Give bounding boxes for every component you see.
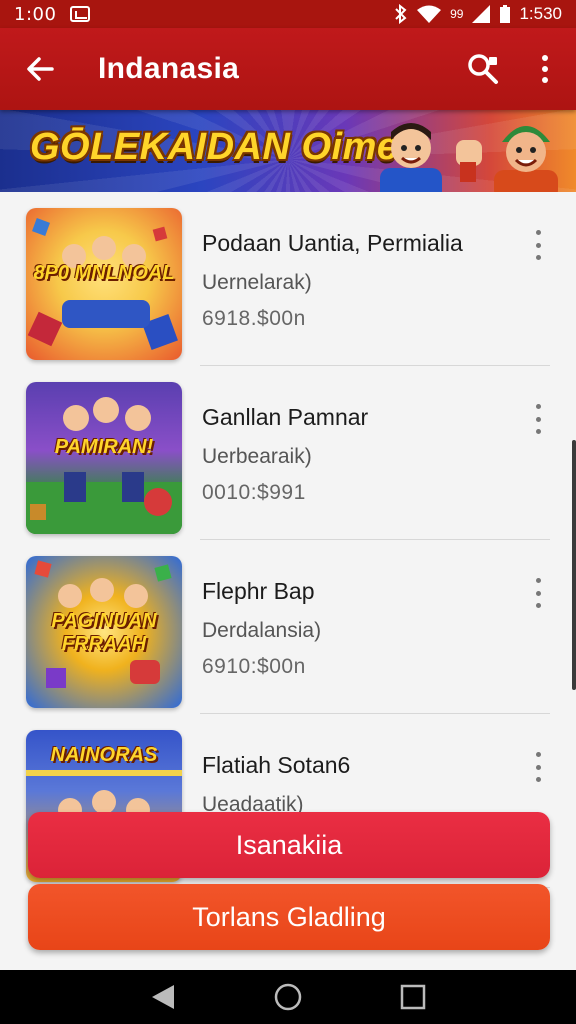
app-bar-actions — [452, 28, 576, 110]
item-text: Podaan Uantia, Permialia Uernelarak) 691… — [202, 230, 463, 331]
system-nav-bar — [0, 970, 576, 1024]
thumbnail-text: NAINORAS — [50, 744, 158, 766]
item-text: Ganllan Pamnar Uerbearaik) 0010:$991 — [202, 404, 368, 505]
list-item[interactable]: PAMIRAN! Ganllan Pamnar Uerbearaik) 0010… — [0, 366, 576, 540]
primary-button[interactable]: Isanakiia — [28, 812, 550, 878]
more-vert-icon — [535, 230, 541, 235]
square-recents-icon — [401, 984, 426, 1010]
scrollbar[interactable] — [572, 440, 576, 690]
list-item[interactable]: PAGINUAN FRRAAH Flephr Bap Derdalansia) … — [0, 540, 576, 714]
item-more-button[interactable] — [528, 752, 548, 782]
character-icon — [380, 123, 442, 192]
fist-icon — [456, 140, 482, 182]
more-vert-icon — [535, 416, 541, 422]
more-vert-icon — [535, 764, 541, 770]
item-text: Flephr Bap Derdalansia) 6910:$00n — [202, 578, 321, 679]
item-price: 0010:$991 — [202, 481, 306, 504]
game-thumbnail: 8P0 MNLNOAL — [26, 208, 182, 360]
more-vert-icon — [542, 55, 548, 83]
app-bar: Indanasia — [0, 28, 576, 110]
status-time: 1:00 — [14, 3, 57, 25]
nav-recents-button[interactable] — [388, 972, 438, 1022]
battery-icon — [500, 5, 511, 23]
status-icons: 99 1:530 — [394, 4, 562, 24]
more-vert-icon — [535, 590, 541, 596]
item-more-button[interactable] — [528, 230, 548, 260]
item-title: Flephr Bap — [202, 578, 315, 604]
page-title: Indanasia — [98, 52, 240, 85]
more-vert-icon — [535, 777, 541, 782]
more-vert-icon — [535, 255, 541, 260]
status-bar: 1:00 99 1:530 — [0, 0, 576, 28]
item-text: Flatiah Sotan6 Ueadaatik) — [202, 752, 350, 817]
more-vert-icon — [535, 429, 541, 434]
thumbnail-text: PAGINUAN FRRAAH — [51, 610, 157, 655]
more-vert-icon — [535, 242, 541, 248]
circle-home-icon — [274, 983, 302, 1011]
arrow-left-icon — [27, 57, 54, 81]
thumbnail-text: PAMIRAN! — [54, 436, 154, 458]
status-time-right: 1:530 — [519, 4, 562, 23]
game-thumbnail: PAGINUAN FRRAAH — [26, 556, 182, 708]
banner-title: GŌLEKAIDAN Oime — [30, 126, 399, 168]
list-item[interactable]: 8P0 MNLNOAL Podaan Uantia, Permialia Uer… — [0, 192, 576, 366]
search-icon — [468, 54, 498, 84]
search-button[interactable] — [452, 28, 514, 110]
secondary-button[interactable]: Torlans Gladling — [28, 884, 550, 950]
wifi-icon — [417, 5, 442, 23]
item-title: Podaan Uantia, Permialia — [202, 230, 463, 256]
triangle-back-icon — [151, 985, 174, 1009]
more-vert-icon — [535, 603, 541, 608]
more-vert-icon — [535, 578, 541, 583]
item-subtitle: Uerbearaik) — [202, 445, 312, 468]
item-title: Flatiah Sotan6 — [202, 752, 351, 778]
nav-back-button[interactable] — [138, 972, 188, 1022]
item-more-button[interactable] — [528, 578, 548, 608]
item-subtitle: Derdalansia) — [202, 619, 322, 642]
back-button[interactable] — [0, 28, 80, 110]
item-title: Ganllan Pamnar — [202, 404, 369, 430]
more-options-button[interactable] — [514, 28, 576, 110]
more-vert-icon — [535, 752, 541, 757]
character-icon — [494, 126, 558, 192]
nav-home-button[interactable] — [263, 972, 313, 1022]
notification-icon — [70, 6, 91, 22]
bluetooth-icon — [395, 4, 407, 24]
more-vert-icon — [535, 404, 541, 409]
game-thumbnail: PAMIRAN! — [26, 382, 182, 534]
item-price: 6918.$00n — [202, 307, 306, 330]
signal-label: 99 — [450, 7, 464, 21]
thumbnail-text: 8P0 MNLNOAL — [33, 262, 175, 284]
item-price: 6910:$00n — [202, 655, 306, 678]
item-subtitle: Uernelarak) — [202, 271, 312, 294]
signal-icon — [472, 5, 491, 23]
promo-banner[interactable]: GŌLEKAIDAN Oime — [0, 110, 576, 192]
item-more-button[interactable] — [528, 404, 548, 434]
